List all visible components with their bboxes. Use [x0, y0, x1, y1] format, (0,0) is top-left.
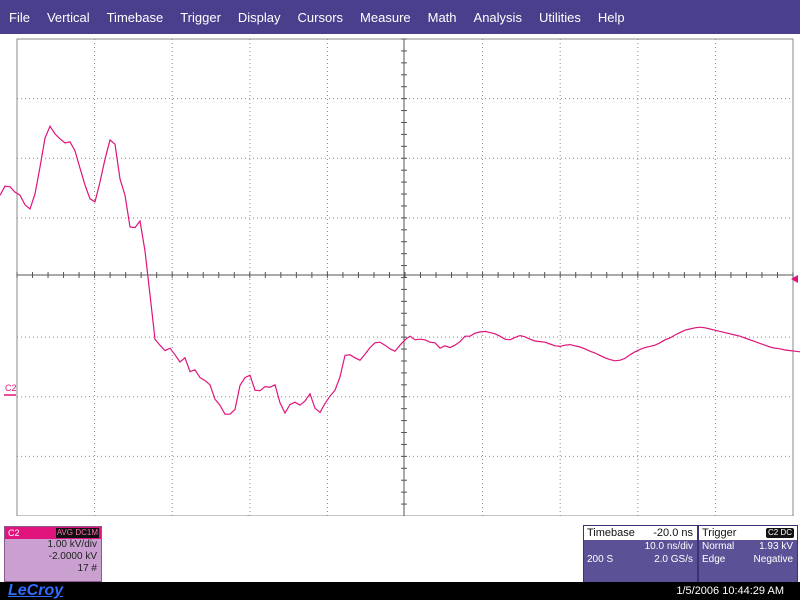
channel-trace: [0, 124, 800, 415]
menu-trigger[interactable]: Trigger: [171, 10, 229, 25]
timebase-samples: 200 S: [587, 554, 614, 565]
timebase-row-1: 10.0 ns/div: [584, 540, 697, 553]
channel-offset: -2.0000 kV: [48, 551, 97, 562]
menu-analysis[interactable]: Analysis: [465, 10, 530, 25]
trigger-level: 1.93 kV: [759, 541, 793, 552]
menu-measure[interactable]: Measure: [351, 10, 419, 25]
channel-descriptor-header: C2 AVG DC1M: [5, 527, 101, 539]
trigger-header: Trigger C2 DC: [699, 526, 797, 540]
menu-vertical[interactable]: Vertical: [38, 10, 98, 25]
trigger-title: Trigger: [702, 527, 737, 539]
menu-display[interactable]: Display: [229, 10, 289, 25]
menu-file[interactable]: File: [0, 10, 38, 25]
channel-name: C2: [8, 528, 20, 538]
channel-sweeps: 17 #: [77, 563, 97, 574]
menu-math[interactable]: Math: [419, 10, 465, 25]
trigger-descriptor-box[interactable]: Trigger C2 DC Normal 1.93 kV Edge Negati…: [698, 525, 798, 583]
status-datetime: 1/5/2006 10:44:29 AM: [676, 585, 784, 597]
channel-descriptor-box[interactable]: C2 AVG DC1M 1.00 kV/div -2.0000 kV 17 #: [4, 526, 102, 582]
waveform-grid: C2: [0, 38, 800, 516]
timebase-header: Timebase -20.0 ns: [584, 526, 697, 540]
trigger-type: Edge: [702, 554, 726, 565]
menu-help[interactable]: Help: [589, 10, 633, 25]
menu-timebase[interactable]: Timebase: [98, 10, 172, 25]
timebase-row-2: 200 S 2.0 GS/s: [584, 553, 697, 566]
trigger-row-1: Normal 1.93 kV: [699, 540, 797, 553]
menu-cursors[interactable]: Cursors: [289, 10, 352, 25]
timebase-delay: -20.0 ns: [653, 527, 693, 539]
trigger-level-marker: [791, 275, 798, 283]
trigger-row-2: Edge Negative: [699, 553, 797, 566]
trigger-mode: Normal: [702, 541, 735, 552]
bottom-info-panel: C2 AVG DC1M 1.00 kV/div -2.0000 kV 17 # …: [0, 516, 800, 583]
lecroy-logo[interactable]: LeCroy: [8, 582, 63, 600]
timebase-tdiv: 10.0 ns/div: [644, 541, 693, 552]
menu-utilities[interactable]: Utilities: [530, 10, 589, 25]
menu-bar: File Vertical Timebase Trigger Display Cursor…: [0, 0, 800, 34]
coupling-tag: DC1M: [74, 528, 99, 538]
timebase-rate: 2.0 GS/s: [654, 554, 693, 565]
avg-tag: AVG: [55, 528, 74, 538]
channel-vdiv: 1.00 kV/div: [47, 539, 97, 550]
trigger-slope: Negative: [753, 554, 793, 565]
trigger-source-tag: C2 DC: [765, 528, 794, 538]
timebase-title: Timebase: [587, 527, 635, 539]
waveform-display[interactable]: C2: [0, 34, 800, 516]
channel-offset-label: C2: [5, 383, 17, 393]
timebase-descriptor-box[interactable]: Timebase -20.0 ns 10.0 ns/div 200 S 2.0 …: [583, 525, 698, 583]
status-bar: LeCroy 1/5/2006 10:44:29 AM: [0, 582, 800, 600]
